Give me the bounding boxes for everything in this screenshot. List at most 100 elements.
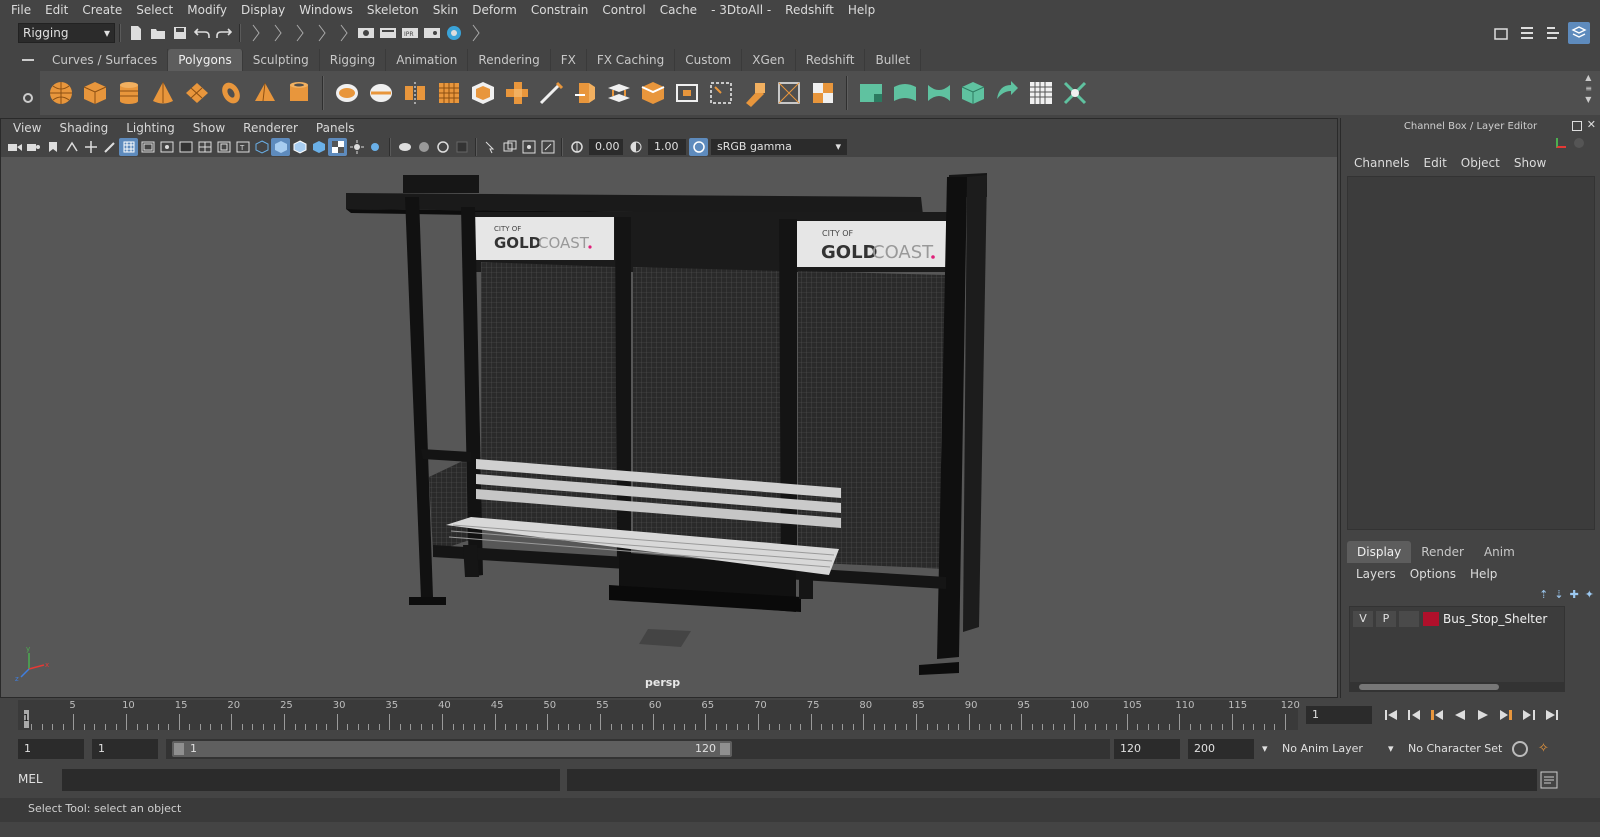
step-forward-frame-icon[interactable] bbox=[1495, 705, 1516, 725]
step-back-frame-icon[interactable] bbox=[1426, 705, 1447, 725]
snap-grid-icon[interactable] bbox=[267, 22, 289, 44]
layer-menu-layers[interactable]: Layers bbox=[1349, 567, 1403, 581]
layer-color-swatch[interactable] bbox=[1423, 612, 1439, 626]
poly-cone-icon[interactable] bbox=[146, 76, 180, 110]
menu-constrain[interactable]: Constrain bbox=[524, 0, 596, 20]
xray-joints-icon[interactable] bbox=[519, 138, 538, 156]
mel-command-input[interactable] bbox=[62, 769, 560, 791]
gamma-icon[interactable] bbox=[626, 138, 645, 156]
mirror-icon[interactable] bbox=[398, 76, 432, 110]
undo-icon[interactable] bbox=[191, 22, 213, 44]
tab-sculpting[interactable]: Sculpting bbox=[243, 49, 320, 71]
uv-editor-icon[interactable] bbox=[1024, 76, 1058, 110]
animation-end-field[interactable]: 200 bbox=[1188, 739, 1254, 759]
uv-layout-icon[interactable] bbox=[1058, 76, 1092, 110]
xray-icon[interactable] bbox=[500, 138, 519, 156]
play-backward-icon[interactable] bbox=[1449, 705, 1470, 725]
tab-anim[interactable]: Anim bbox=[1474, 541, 1525, 563]
grease-pencil-icon[interactable] bbox=[100, 138, 119, 156]
play-forward-icon[interactable] bbox=[1472, 705, 1493, 725]
layer-menu-options[interactable]: Options bbox=[1403, 567, 1463, 581]
menu-display[interactable]: Display bbox=[234, 0, 292, 20]
film-gate-icon[interactable] bbox=[138, 138, 157, 156]
menu-control[interactable]: Control bbox=[595, 0, 652, 20]
command-language-label[interactable]: MEL bbox=[18, 772, 43, 786]
range-end-handle[interactable] bbox=[720, 743, 730, 755]
expand-icon[interactable] bbox=[465, 22, 487, 44]
screen-space-ao-icon[interactable] bbox=[395, 138, 414, 156]
menu-skeleton[interactable]: Skeleton bbox=[360, 0, 426, 20]
hypershade-icon[interactable] bbox=[443, 22, 465, 44]
smooth-icon[interactable] bbox=[432, 76, 466, 110]
render-view-icon[interactable] bbox=[355, 22, 377, 44]
poly-plane-icon[interactable] bbox=[180, 76, 214, 110]
menu-create[interactable]: Create bbox=[75, 0, 129, 20]
color-space-dropdown[interactable]: sRGB gamma ▾ bbox=[711, 139, 847, 155]
separate-icon[interactable] bbox=[364, 76, 398, 110]
multi-cut-icon[interactable] bbox=[534, 76, 568, 110]
layer-display-type-toggle[interactable] bbox=[1399, 611, 1419, 627]
move-layer-up-icon[interactable]: ⇡ bbox=[1539, 588, 1548, 601]
exposure-icon[interactable] bbox=[567, 138, 586, 156]
xray-components-icon[interactable] bbox=[538, 138, 557, 156]
snap-curve-icon[interactable] bbox=[289, 22, 311, 44]
tab-polygons[interactable]: Polygons bbox=[168, 49, 243, 71]
menu-cache[interactable]: Cache bbox=[653, 0, 704, 20]
playback-end-field[interactable]: 120 bbox=[1114, 739, 1180, 759]
lights-icon[interactable] bbox=[347, 138, 366, 156]
history-icon[interactable] bbox=[333, 22, 355, 44]
channel-box-toggle-icon[interactable] bbox=[1574, 138, 1584, 148]
poly-cube-icon[interactable] bbox=[78, 76, 112, 110]
menu-3dtoall[interactable]: - 3DtoAll - bbox=[704, 0, 778, 20]
tab-custom[interactable]: Custom bbox=[675, 49, 743, 71]
chevron-down-icon[interactable]: ▼ bbox=[1585, 95, 1592, 104]
smooth-shade-icon[interactable] bbox=[271, 138, 290, 156]
depth-of-field-icon[interactable] bbox=[452, 138, 471, 156]
uv-unfold-icon[interactable] bbox=[990, 76, 1024, 110]
ipr-render-icon[interactable]: IPR bbox=[399, 22, 421, 44]
modeling-toolkit-icon[interactable] bbox=[1490, 22, 1512, 44]
menu-select[interactable]: Select bbox=[129, 0, 180, 20]
viewport-menu-lighting[interactable]: Lighting bbox=[117, 121, 184, 135]
shadows-icon[interactable] bbox=[366, 138, 385, 156]
go-to-end-icon[interactable] bbox=[1541, 705, 1562, 725]
poly-sphere-icon[interactable] bbox=[44, 76, 78, 110]
menu-file[interactable]: File bbox=[4, 0, 38, 20]
playback-start-field[interactable]: 1 bbox=[92, 739, 158, 759]
tool-settings-icon[interactable] bbox=[1542, 22, 1564, 44]
open-scene-icon[interactable] bbox=[147, 22, 169, 44]
anti-aliasing-icon[interactable] bbox=[433, 138, 452, 156]
poly-pyramid-icon[interactable] bbox=[248, 76, 282, 110]
scrollbar-thumb[interactable] bbox=[1359, 684, 1499, 690]
fill-hole-icon[interactable] bbox=[670, 76, 704, 110]
menu-skin[interactable]: Skin bbox=[426, 0, 466, 20]
anim-layer-dropdown[interactable]: ▾ No Anim Layer bbox=[1262, 739, 1386, 759]
render-frame-icon[interactable] bbox=[377, 22, 399, 44]
grid-toggle-icon[interactable] bbox=[119, 138, 138, 156]
tab-bullet[interactable]: Bullet bbox=[865, 49, 922, 71]
redo-icon[interactable] bbox=[213, 22, 235, 44]
wedge-icon[interactable] bbox=[806, 76, 840, 110]
animation-start-field[interactable]: 1 bbox=[18, 739, 84, 759]
shelf-settings-icon[interactable] bbox=[23, 93, 33, 103]
menu-edit[interactable]: Edit bbox=[38, 0, 75, 20]
select-camera-icon[interactable] bbox=[5, 138, 24, 156]
select-hierarchy-icon[interactable] bbox=[245, 22, 267, 44]
channel-menu-object[interactable]: Object bbox=[1454, 156, 1507, 170]
chevron-up-icon[interactable]: ▲ bbox=[1585, 73, 1592, 82]
uv-cylindrical-icon[interactable] bbox=[888, 76, 922, 110]
extract-icon[interactable] bbox=[500, 76, 534, 110]
viewport-menu-panels[interactable]: Panels bbox=[307, 121, 364, 135]
snap-point-icon[interactable] bbox=[311, 22, 333, 44]
new-layer-selected-icon[interactable]: ✦ bbox=[1585, 588, 1594, 601]
bevel-icon[interactable] bbox=[636, 76, 670, 110]
tab-fx[interactable]: FX bbox=[551, 49, 587, 71]
layer-playback-toggle[interactable]: P bbox=[1376, 611, 1396, 627]
uv-automatic-icon[interactable] bbox=[956, 76, 990, 110]
layer-row[interactable]: V P Bus_Stop_Shelter bbox=[1350, 610, 1564, 628]
field-chart-icon[interactable] bbox=[195, 138, 214, 156]
gate-mask-icon[interactable] bbox=[176, 138, 195, 156]
channel-menu-edit[interactable]: Edit bbox=[1417, 156, 1454, 170]
wireframe-on-shaded-icon[interactable] bbox=[290, 138, 309, 156]
viewport-menu-renderer[interactable]: Renderer bbox=[234, 121, 307, 135]
